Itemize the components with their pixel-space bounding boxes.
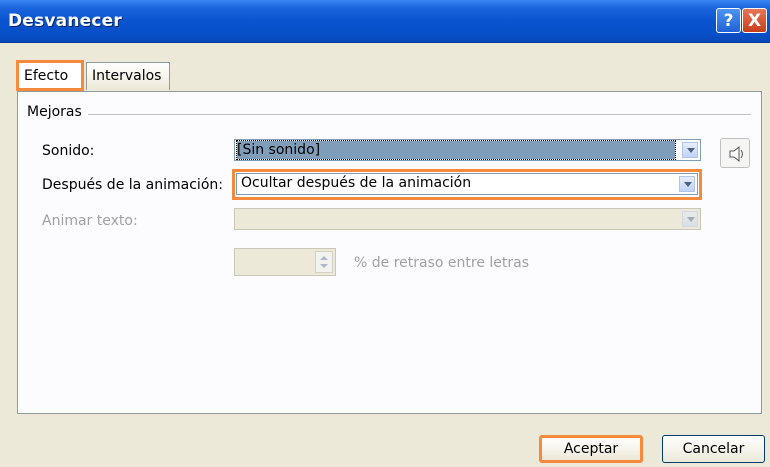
help-button[interactable]: ? [716, 8, 741, 33]
group-divider [88, 114, 751, 115]
help-icon: ? [723, 11, 734, 31]
sound-value: [Sin sonido] [236, 140, 676, 160]
sound-preview-button[interactable] [720, 138, 750, 168]
sound-label: Sonido: [42, 143, 95, 159]
dropdown-arrow-icon[interactable] [682, 142, 698, 158]
after-animation-value: Ocultar después de la animación [241, 175, 472, 191]
dialog-title: Desvanecer [8, 11, 122, 31]
delay-spinner[interactable] [234, 248, 336, 276]
spin-arrows-icon[interactable] [315, 251, 333, 273]
tab-efecto[interactable]: Efecto [16, 60, 84, 91]
speaker-icon [729, 145, 743, 163]
dialog-window: Desvanecer ? X Efecto Intervalos Mejoras… [0, 0, 770, 467]
after-animation-label: Después de la animación: [42, 177, 223, 193]
after-animation-select[interactable]: Ocultar después de la animación [236, 173, 698, 195]
cancel-button[interactable]: Cancelar [662, 435, 765, 463]
delay-suffix-label: % de retraso entre letras [354, 255, 530, 271]
ok-button[interactable]: Aceptar [539, 435, 643, 463]
animate-text-select[interactable] [234, 208, 701, 230]
spin-arrows-graphic [320, 256, 328, 268]
group-label: Mejoras [27, 104, 88, 120]
dropdown-arrow-icon[interactable] [682, 211, 698, 227]
tab-intervalos[interactable]: Intervalos [86, 62, 170, 90]
animate-text-label: Animar texto: [42, 213, 138, 229]
title-bar[interactable]: Desvanecer ? X [0, 0, 770, 43]
close-icon: X [747, 11, 762, 31]
dropdown-arrow-icon[interactable] [679, 176, 695, 192]
sound-select[interactable]: [Sin sonido] [234, 139, 701, 161]
close-button[interactable]: X [742, 8, 767, 33]
